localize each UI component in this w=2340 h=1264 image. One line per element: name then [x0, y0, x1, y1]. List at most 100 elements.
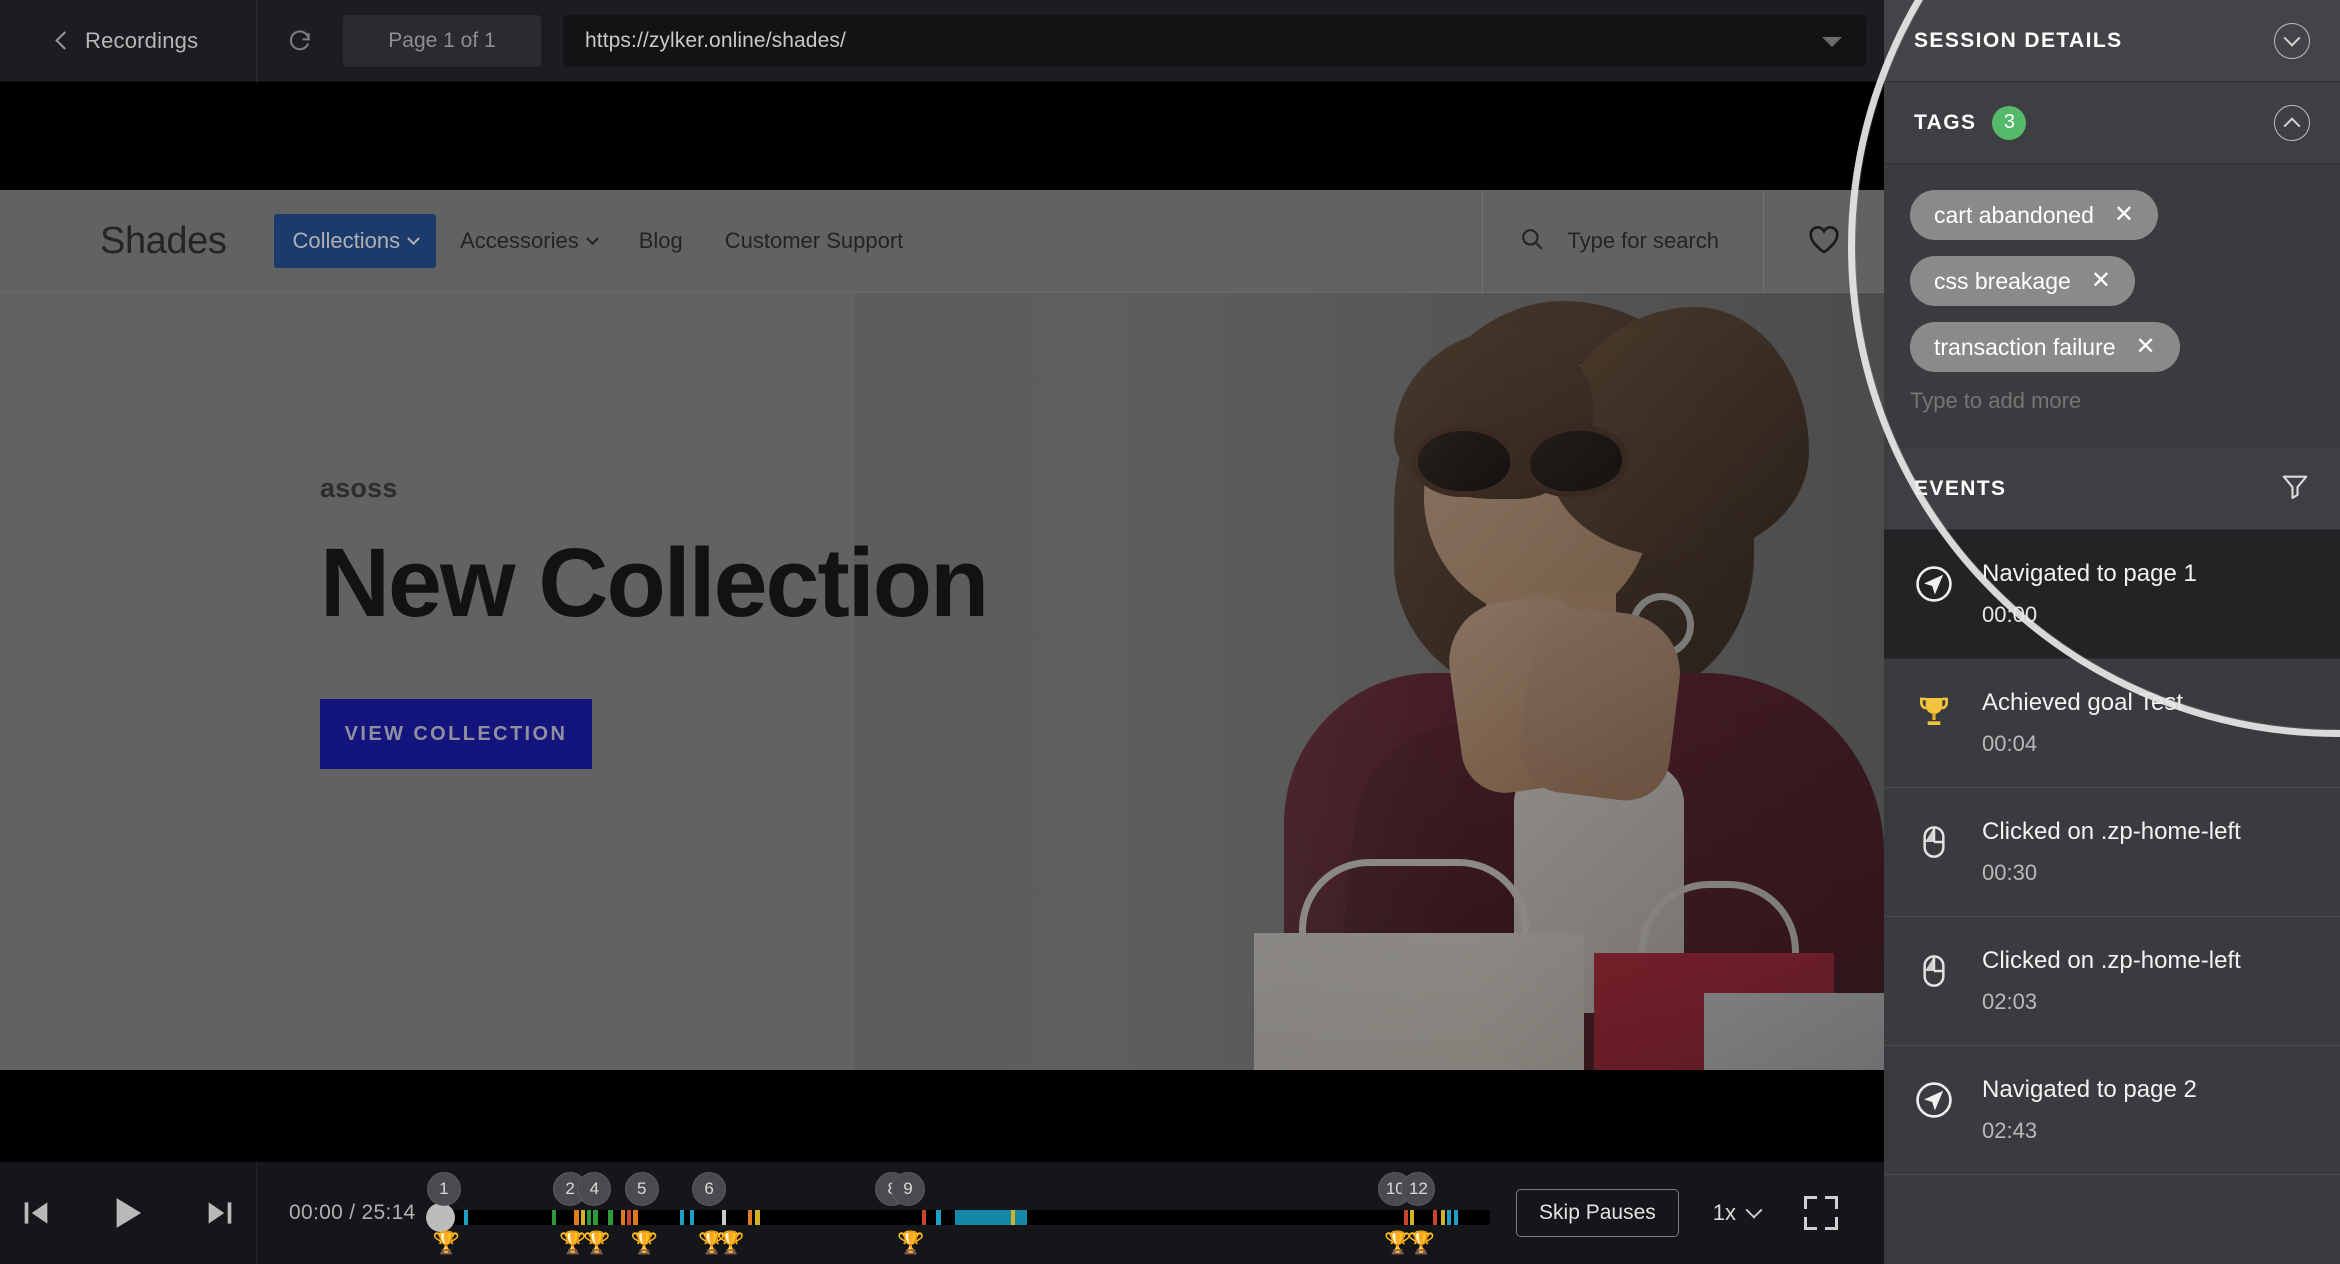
event-label: Navigated to page 1	[1982, 560, 2197, 587]
close-icon[interactable]: ✕	[2136, 335, 2156, 359]
event-list-item[interactable]: Clicked on .zp-home-left 00:30	[1884, 788, 2340, 917]
session-details-title: SESSION DETAILS	[1914, 28, 2123, 52]
timeline-goal-marker[interactable]: 🏆	[631, 1232, 658, 1254]
timeline-activity-segment	[1440, 1210, 1445, 1225]
recorded-website: Shades Collections Accessories Blog Cust	[0, 190, 1884, 1070]
view-collection-button[interactable]: VIEW COLLECTION	[320, 699, 592, 769]
timeline-page-marker[interactable]: 9	[891, 1172, 925, 1206]
chevron-down-circle-icon[interactable]	[2274, 22, 2310, 59]
reload-button[interactable]	[257, 0, 343, 82]
tags-header[interactable]: TAGS 3	[1884, 82, 2340, 164]
nav-item-customer-support[interactable]: Customer Support	[707, 214, 922, 268]
url-bar[interactable]: https://zylker.online/shades/	[563, 14, 1866, 67]
timeline-activity-segment	[463, 1210, 469, 1225]
play-button[interactable]	[107, 1192, 149, 1234]
time-display: 00:00 / 25:14	[289, 1201, 416, 1225]
total-time: 25:14	[361, 1201, 416, 1224]
player-topbar: Recordings Page 1 of 1 https://zylker.on…	[0, 0, 1884, 82]
timeline-activity-segment	[633, 1210, 638, 1225]
close-icon[interactable]: ✕	[2114, 203, 2134, 227]
nav-item-collections[interactable]: Collections	[274, 214, 437, 268]
timeline-page-marker[interactable]: 4	[577, 1172, 612, 1206]
timeline-activity-segment	[608, 1210, 614, 1225]
event-time: 00:30	[1982, 860, 2038, 885]
player-controls-bar: 00:00 / 25:14 12456891012🏆🏆🏆🏆🏆🏆🏆🏆🏆 Skip …	[0, 1162, 1884, 1264]
hero-title: New Collection	[320, 528, 989, 637]
timeline-activity-segment	[1403, 1210, 1408, 1225]
site-header: Shades Collections Accessories Blog Cust	[0, 190, 1884, 293]
tags-list: cart abandoned ✕ css breakage ✕ transact…	[1884, 164, 2340, 448]
timeline-activity-segment	[552, 1210, 557, 1225]
close-icon[interactable]: ✕	[2091, 269, 2111, 293]
funnel-icon[interactable]	[2280, 471, 2310, 506]
event-list-item[interactable]: Achieved goal Test 00:04	[1884, 659, 2340, 788]
nav-item-blog[interactable]: Blog	[621, 214, 701, 268]
timeline-goal-marker[interactable]: 🏆	[717, 1232, 744, 1254]
chevron-left-icon	[55, 31, 74, 50]
trophy-icon	[1912, 691, 1956, 735]
timeline-activity-segment	[755, 1210, 760, 1225]
time-separator: /	[349, 1201, 362, 1224]
events-title: EVENTS	[1914, 476, 2007, 500]
timeline-goal-marker[interactable]: 🏆	[433, 1232, 460, 1254]
timeline-page-marker[interactable]: 5	[624, 1172, 659, 1206]
timeline-page-marker[interactable]: 12	[1401, 1172, 1436, 1206]
timeline-activity-segment	[679, 1210, 684, 1225]
timeline-activity-segment	[748, 1210, 753, 1225]
timeline-activity-segment	[690, 1210, 695, 1225]
events-header: EVENTS	[1884, 448, 2340, 530]
timeline-activity-segment	[1011, 1210, 1016, 1225]
timeline-page-marker[interactable]: 6	[692, 1172, 727, 1206]
event-time: 00:04	[1982, 731, 2038, 756]
timeline-scrubber[interactable]: 12456891012🏆🏆🏆🏆🏆🏆🏆🏆🏆	[425, 1162, 1491, 1264]
timeline-track[interactable]	[437, 1210, 1491, 1225]
event-list-item[interactable]: Navigated to page 2 02:43	[1884, 1046, 2340, 1175]
skip-next-button[interactable]	[203, 1196, 237, 1230]
event-list-item[interactable]: Navigated to page 1 00:00	[1884, 530, 2340, 659]
event-label: Achieved goal Test	[1982, 689, 2184, 716]
site-search[interactable]: Type for search	[1482, 190, 1764, 293]
nav-label: Collections	[292, 228, 401, 253]
timeline-goal-marker[interactable]: 🏆	[1407, 1232, 1434, 1254]
chevron-down-icon	[407, 231, 420, 245]
timeline-page-marker[interactable]: 1	[426, 1172, 461, 1206]
session-player-app: Recordings Page 1 of 1 https://zylker.on…	[0, 0, 2340, 1264]
chevron-up-circle-icon[interactable]	[2274, 104, 2310, 141]
wishlist-button[interactable]	[1764, 190, 1884, 293]
nav-item-accessories[interactable]: Accessories	[442, 214, 615, 268]
session-details-header[interactable]: SESSION DETAILS	[1884, 0, 2340, 82]
nav-label: Blog	[638, 228, 683, 253]
timeline-playhead[interactable]	[425, 1203, 455, 1232]
timeline-activity-segment	[721, 1210, 726, 1225]
timeline-activity-segment	[626, 1210, 632, 1225]
tags-count-badge: 3	[1992, 105, 2027, 140]
timeline-goal-marker[interactable]: 🏆	[897, 1232, 924, 1254]
add-tag-input[interactable]	[1910, 388, 2085, 414]
nav-label: Customer Support	[724, 228, 904, 253]
skip-previous-button[interactable]	[19, 1196, 53, 1230]
caret-down-icon[interactable]	[1822, 36, 1842, 47]
site-brand: Shades	[100, 219, 227, 262]
hero-copy: asoss New Collection VIEW COLLECTION	[320, 473, 989, 769]
timeline-activity-segment	[1410, 1210, 1415, 1225]
chevron-down-icon	[585, 231, 599, 245]
url-text: https://zylker.online/shades/	[585, 28, 846, 52]
event-list-item[interactable]: Clicked on .zp-home-left 02:03	[1884, 917, 2340, 1046]
tag-chip[interactable]: cart abandoned ✕	[1910, 190, 2158, 240]
timeline-activity-segment	[1433, 1210, 1438, 1225]
playback-speed-selector[interactable]: 1x	[1713, 1200, 1763, 1226]
tag-chip[interactable]: transaction failure ✕	[1910, 322, 2180, 372]
timeline-activity-segment	[586, 1210, 592, 1225]
timeline-goal-marker[interactable]: 🏆	[583, 1232, 610, 1254]
tag-chip[interactable]: css breakage ✕	[1910, 256, 2135, 306]
back-to-recordings-button[interactable]: Recordings	[0, 0, 257, 82]
timeline-activity-segment	[936, 1210, 941, 1225]
fullscreen-icon[interactable]	[1804, 1196, 1838, 1230]
session-side-panel: SESSION DETAILS TAGS 3 cart abandoned ✕ …	[1884, 0, 2340, 1264]
timeline-activity-segment	[955, 1210, 1027, 1225]
timeline-activity-segment	[593, 1210, 598, 1225]
tags-title: TAGS	[1914, 110, 1977, 134]
chevron-down-icon	[1745, 1201, 1763, 1219]
skip-pauses-button[interactable]: Skip Pauses	[1516, 1189, 1679, 1237]
tag-label: css breakage	[1934, 267, 2071, 294]
